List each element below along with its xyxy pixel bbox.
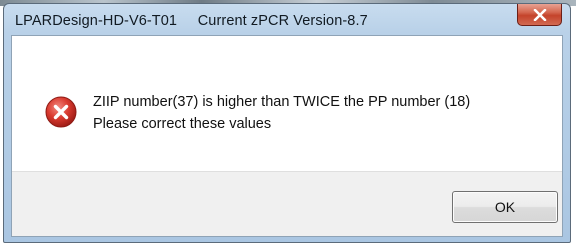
button-bar: OK (12, 171, 562, 236)
error-icon (45, 96, 77, 128)
close-button[interactable] (517, 4, 562, 26)
message-area: ZIIP number(37) is higher than TWICE the… (12, 36, 562, 171)
error-message-line-2: Please correct these values (93, 116, 272, 132)
error-message-line-1: ZIIP number(37) is higher than TWICE the… (93, 94, 471, 110)
ok-button[interactable]: OK (452, 191, 558, 223)
window-title: LPARDesign-HD-V6-T01 Current zPCR Versio… (15, 13, 368, 29)
dialog-body: ZIIP number(37) is higher than TWICE the… (11, 35, 563, 237)
error-dialog: LPARDesign-HD-V6-T01 Current zPCR Versio… (3, 3, 571, 243)
close-x-icon (533, 8, 546, 21)
